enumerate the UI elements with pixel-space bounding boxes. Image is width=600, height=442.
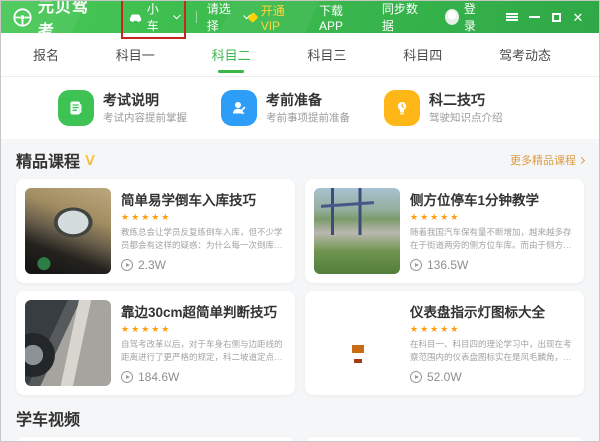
course-thumbnail-mirror — [25, 188, 111, 274]
view-count-value: 52.0W — [427, 370, 462, 384]
tab-baoming[interactable]: 报名 — [33, 33, 59, 76]
login-label: 登录 — [464, 0, 485, 34]
course-thumbnail-dashboard — [314, 300, 400, 386]
tab-kemu1[interactable]: 科目一 — [116, 33, 155, 76]
feature-exam-instructions[interactable]: 考试说明 考试内容提前掌握 — [58, 90, 218, 126]
car-icon — [129, 12, 142, 23]
close-icon: ✕ — [573, 11, 584, 24]
course-title: 仪表盘指示灯图标大全 — [410, 301, 575, 321]
view-count: 184.6W — [121, 370, 286, 386]
minimize-icon — [529, 16, 540, 18]
course-title: 简单易学倒车入库技巧 — [121, 189, 286, 209]
tab-kemu3[interactable]: 科目三 — [307, 33, 346, 76]
tab-kemu2[interactable]: 科目二 — [212, 33, 251, 76]
hamburger-icon — [506, 13, 518, 21]
tab-jiakao-news[interactable]: 驾考动态 — [499, 33, 551, 76]
city-dropdown[interactable]: 请选择 — [207, 0, 249, 34]
view-count: 136.5W — [410, 258, 575, 274]
view-count: 2.3W — [121, 258, 286, 274]
feature-title: 考前准备 — [266, 91, 350, 110]
star-rating: ★★★★★ — [410, 324, 575, 335]
courses-section-header: 精品课程 V 更多精品课程 — [16, 147, 584, 173]
feature-subtitle: 考试内容提前掌握 — [103, 110, 187, 125]
view-count-value: 136.5W — [427, 258, 468, 272]
star-rating: ★★★★★ — [121, 324, 286, 335]
feature-subtitle: 考前事项提前准备 — [266, 110, 350, 125]
steering-wheel-logo-icon — [13, 8, 32, 27]
download-app-button[interactable]: 下载APP — [319, 2, 362, 33]
play-icon — [410, 371, 422, 383]
video-card-partial[interactable] — [305, 437, 584, 442]
city-dropdown-label: 请选择 — [207, 0, 239, 34]
course-description: 随着我国汽车保有量不断增加，越来越多存在于街道两旁的侧方位车库。而由于侧方位停车… — [410, 226, 575, 252]
tab-kemu4[interactable]: 科目四 — [403, 33, 442, 76]
course-title: 侧方位停车1分钟教学 — [410, 189, 575, 209]
course-card-reversing[interactable]: 简单易学倒车入库技巧 ★★★★★ 教练总会让学员反复练倒车入库，但不少学员都会有… — [16, 179, 295, 283]
view-count-value: 184.6W — [138, 370, 179, 384]
avatar — [445, 9, 459, 25]
chevron-down-icon — [173, 12, 181, 20]
window-controls: ✕ — [501, 6, 589, 28]
course-title: 靠边30cm超简单判断技巧 — [121, 301, 286, 321]
video-card-partial[interactable] — [16, 437, 295, 442]
play-icon — [121, 259, 133, 271]
login-button[interactable]: 登录 — [445, 0, 485, 34]
minimize-button[interactable] — [523, 6, 545, 28]
feature-subtitle: 驾驶知识点介绍 — [429, 110, 503, 125]
titlebar: 元贝驾考 小车 请选择 开通VIP 下载APP 同步数据 登录 — [1, 1, 599, 33]
view-count-value: 2.3W — [138, 258, 166, 272]
vip-gem-icon — [247, 12, 258, 23]
close-button[interactable]: ✕ — [567, 6, 589, 28]
document-icon — [58, 90, 94, 126]
play-icon — [410, 259, 422, 271]
feature-pre-exam-prep[interactable]: 考前准备 考前事项提前准备 — [221, 90, 381, 126]
course-description: 自驾考改革以后，对于车身右侧与边距线的距离进行了更严格的规定，科二坡道定点停车与… — [121, 338, 286, 364]
videos-section-header: 学车视频 — [16, 405, 584, 431]
maximize-button[interactable] — [545, 6, 567, 28]
open-vip-button[interactable]: 开通VIP — [249, 2, 299, 33]
feature-title: 考试说明 — [103, 91, 187, 110]
star-rating: ★★★★★ — [410, 212, 575, 223]
maximize-icon — [552, 13, 561, 22]
course-description: 教练总会让学员反复练倒车入库，但不少学员都会有这样的疑惑：为什么每一次倒库结果都… — [121, 226, 286, 252]
course-thumbnail-field — [314, 188, 400, 274]
course-description: 在科目一、科目四的理论学习中，出现在考察范围内的仪表盘图标实在是凤毛麟角，而科目… — [410, 338, 575, 364]
course-card-curb-30cm[interactable]: 靠边30cm超简单判断技巧 ★★★★★ 自驾考改革以后，对于车身右侧与边距线的距… — [16, 291, 295, 395]
titlebar-divider — [196, 11, 197, 23]
feature-subject2-tips[interactable]: 科二技巧 驾驶知识点介绍 — [384, 90, 544, 126]
more-courses-link[interactable]: 更多精品课程 — [510, 152, 584, 168]
course-thumbnail-road — [25, 300, 111, 386]
star-rating: ★★★★★ — [121, 212, 286, 223]
sync-data-button[interactable]: 同步数据 — [382, 0, 425, 34]
play-icon — [121, 371, 133, 383]
main-content: 精品课程 V 更多精品课程 简单易学倒车入库技巧 ★★★★★ 教练总会让学员反复… — [1, 139, 599, 442]
feature-title: 科二技巧 — [429, 91, 503, 110]
bulb-icon — [384, 90, 420, 126]
course-card-parallel-parking[interactable]: 侧方位停车1分钟教学 ★★★★★ 随着我国汽车保有量不断增加，越来越多存在于街道… — [305, 179, 584, 283]
open-vip-label: 开通VIP — [261, 2, 299, 33]
person-icon — [221, 90, 257, 126]
chevron-right-icon — [578, 156, 585, 163]
menu-button[interactable] — [501, 6, 523, 28]
videos-section-title: 学车视频 — [16, 406, 80, 430]
course-card-dashboard-icons[interactable]: 仪表盘指示灯图标大全 ★★★★★ 在科目一、科目四的理论学习中，出现在考察范围内… — [305, 291, 584, 395]
v-badge-icon: V — [85, 152, 95, 169]
video-card-row — [16, 437, 584, 442]
course-grid: 简单易学倒车入库技巧 ★★★★★ 教练总会让学员反复练倒车入库，但不少学员都会有… — [16, 179, 584, 395]
vehicle-type-label: 小车 — [147, 0, 168, 34]
feature-row: 考试说明 考试内容提前掌握 考前准备 考前事项提前准备 科二技巧 驾驶知识点介绍 — [1, 77, 599, 139]
courses-section-title: 精品课程 — [16, 148, 80, 172]
view-count: 52.0W — [410, 370, 575, 386]
app-window: 元贝驾考 小车 请选择 开通VIP 下载APP 同步数据 登录 — [0, 0, 600, 442]
more-courses-label: 更多精品课程 — [510, 152, 576, 168]
